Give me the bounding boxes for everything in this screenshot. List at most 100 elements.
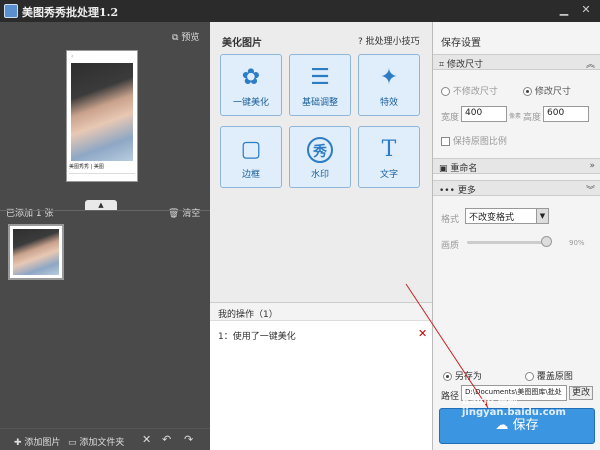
height-label: 高度 (523, 113, 542, 123)
width-input[interactable]: 400 (461, 106, 507, 122)
save-settings-title: 保存设置 (441, 38, 481, 49)
chevron-down-icon: ︾ (585, 186, 595, 196)
preview-photo (71, 63, 133, 161)
middle-panel: 美化图片 ? 批处理小技巧 ✿ 一键美化 ☰ 基础调整 ✦ 特效 ▢ 边框 秀 … (210, 22, 432, 450)
radio-selected-icon (443, 372, 452, 381)
resize-label: 修改尺寸 (534, 87, 571, 97)
operations-panel: 我的操作（1） 1：使用了一键美化 ✕ (210, 302, 432, 450)
remove-operation-icon[interactable]: ✕ (418, 327, 427, 340)
tips-label: 批处理小技巧 (365, 37, 420, 47)
phone-caption: 美图秀秀 | 美图 (69, 164, 104, 170)
back-arrow-icon: ‹ (71, 53, 74, 60)
save-as-label: 另存为 (454, 372, 482, 382)
crop-icon: ⌗ (439, 60, 445, 70)
resize-section-header[interactable]: ⌗ 修改尺寸 ︽ (433, 54, 600, 70)
tile-watermark[interactable]: 秀 水印 (289, 126, 351, 188)
format-label: 格式 (441, 215, 460, 225)
radio-icon (441, 87, 450, 96)
left-panel: ⧉ 预览 ‹ 美图秀秀 | 美图 已添加 1 张 🗑 清空 ▲ ✚ 添加图片 ▭… (0, 22, 210, 450)
close-button[interactable]: ✕ (578, 3, 594, 17)
magic-wand-icon: ✦ (379, 65, 399, 90)
quality-label: 画质 (441, 241, 460, 251)
thumbnail-photo (13, 229, 59, 275)
chevron-up-icon: ▲ (98, 201, 104, 209)
save-button-label: 保存 (512, 418, 539, 433)
operation-item: 1：使用了一键美化 (218, 332, 296, 342)
beautify-header: 美化图片 (222, 38, 262, 49)
tile-effects[interactable]: ✦ 特效 (358, 54, 420, 116)
checkbox-icon (441, 137, 450, 146)
watermark-seal-icon: 秀 (307, 137, 333, 163)
tile-label: 一键美化 (232, 98, 269, 108)
app-icon (4, 4, 18, 18)
collapse-handle[interactable]: ▲ (85, 200, 117, 210)
save-as-radio[interactable]: 另存为 (443, 369, 482, 382)
tile-label: 特效 (379, 98, 398, 108)
window-title: 美图秀秀批处理1.2 (22, 6, 119, 19)
add-image-button[interactable]: ✚ 添加图片 (14, 435, 60, 448)
radio-icon (525, 372, 534, 381)
preview-button[interactable]: ⧉ 预览 (172, 30, 199, 43)
width-unit: 像素 (509, 113, 522, 120)
tulip-icon: ✿ (241, 65, 261, 90)
tile-label: 基础调整 (301, 98, 338, 108)
more-section-label: 更多 (457, 186, 476, 196)
radio-selected-icon (523, 87, 532, 96)
path-label: 路径 (441, 392, 460, 402)
more-section-header[interactable]: ••• 更多 ︾ (433, 180, 600, 196)
more-dots-icon: ••• (439, 186, 455, 196)
add-folder-label: 添加文件夹 (79, 438, 125, 448)
divider (0, 210, 210, 211)
help-icon: ? (358, 37, 363, 47)
left-footer: ✚ 添加图片 ▭ 添加文件夹 ✕ ↶ ↷ (0, 428, 210, 450)
chevron-right-icon: » (589, 161, 595, 171)
added-count: 已添加 1 张 (6, 209, 54, 219)
quality-slider-knob[interactable] (541, 236, 552, 247)
tile-frame[interactable]: ▢ 边框 (220, 126, 282, 188)
redo-icon[interactable]: ↷ (184, 433, 193, 446)
keep-ratio-checkbox[interactable]: 保持原图比例 (441, 134, 507, 147)
format-select[interactable]: 不改变格式 ▼ (465, 208, 549, 224)
add-image-label: 添加图片 (24, 438, 61, 448)
tile-one-click-beautify[interactable]: ✿ 一键美化 (220, 54, 282, 116)
operations-header: 我的操作（1） (210, 303, 432, 321)
minimize-button[interactable]: ▁ (556, 3, 572, 17)
clear-button[interactable]: 🗑 清空 (168, 206, 200, 219)
folder-icon: ▭ (68, 438, 77, 448)
image-thumbnail[interactable] (8, 224, 64, 280)
preview-icon: ⧉ (172, 33, 179, 43)
undo-icon[interactable]: ↶ (162, 433, 171, 446)
quality-slider-track[interactable] (467, 241, 551, 244)
overwrite-label: 覆盖原图 (536, 372, 573, 382)
add-folder-button[interactable]: ▭ 添加文件夹 (68, 435, 124, 448)
resize-radio[interactable]: 修改尺寸 (523, 84, 571, 97)
phone-toolbar (69, 173, 135, 179)
quality-value: 90% (569, 239, 585, 247)
no-resize-radio[interactable]: 不修改尺寸 (441, 84, 498, 97)
chevron-up-icon: ︽ (585, 60, 595, 70)
rename-section-header[interactable]: ▣ 重命名 » (433, 158, 600, 174)
tile-label: 文字 (379, 170, 398, 180)
preview-label: 预览 (181, 33, 200, 43)
sliders-icon: ☰ (310, 65, 330, 90)
rename-icon: ▣ (439, 164, 448, 174)
save-settings-panel: 保存设置 ⌗ 修改尺寸 ︽ 不修改尺寸 修改尺寸 宽度 400 像素 高度 60… (432, 22, 600, 450)
tile-label: 水印 (310, 170, 329, 180)
no-resize-label: 不修改尺寸 (452, 87, 498, 97)
delete-icon[interactable]: ✕ (142, 433, 151, 446)
tile-basic-adjust[interactable]: ☰ 基础调整 (289, 54, 351, 116)
plus-icon: ✚ (14, 438, 22, 448)
height-input[interactable]: 600 (543, 106, 589, 122)
phone-preview: ‹ 美图秀秀 | 美图 (66, 50, 138, 182)
format-value: 不改变格式 (469, 213, 515, 223)
dropdown-arrow-icon: ▼ (536, 209, 548, 223)
baidu-jingyan-watermark: Baidu 经验 jingyan.baidu.com (462, 396, 566, 418)
tile-label: 边框 (241, 170, 260, 180)
rename-section-label: 重命名 (450, 164, 478, 174)
text-icon: T (381, 137, 397, 162)
keep-ratio-label: 保持原图比例 (452, 137, 507, 147)
tips-link[interactable]: ? 批处理小技巧 (358, 34, 420, 47)
overwrite-radio[interactable]: 覆盖原图 (525, 369, 573, 382)
tile-text[interactable]: T 文字 (358, 126, 420, 188)
frame-icon: ▢ (240, 137, 262, 162)
